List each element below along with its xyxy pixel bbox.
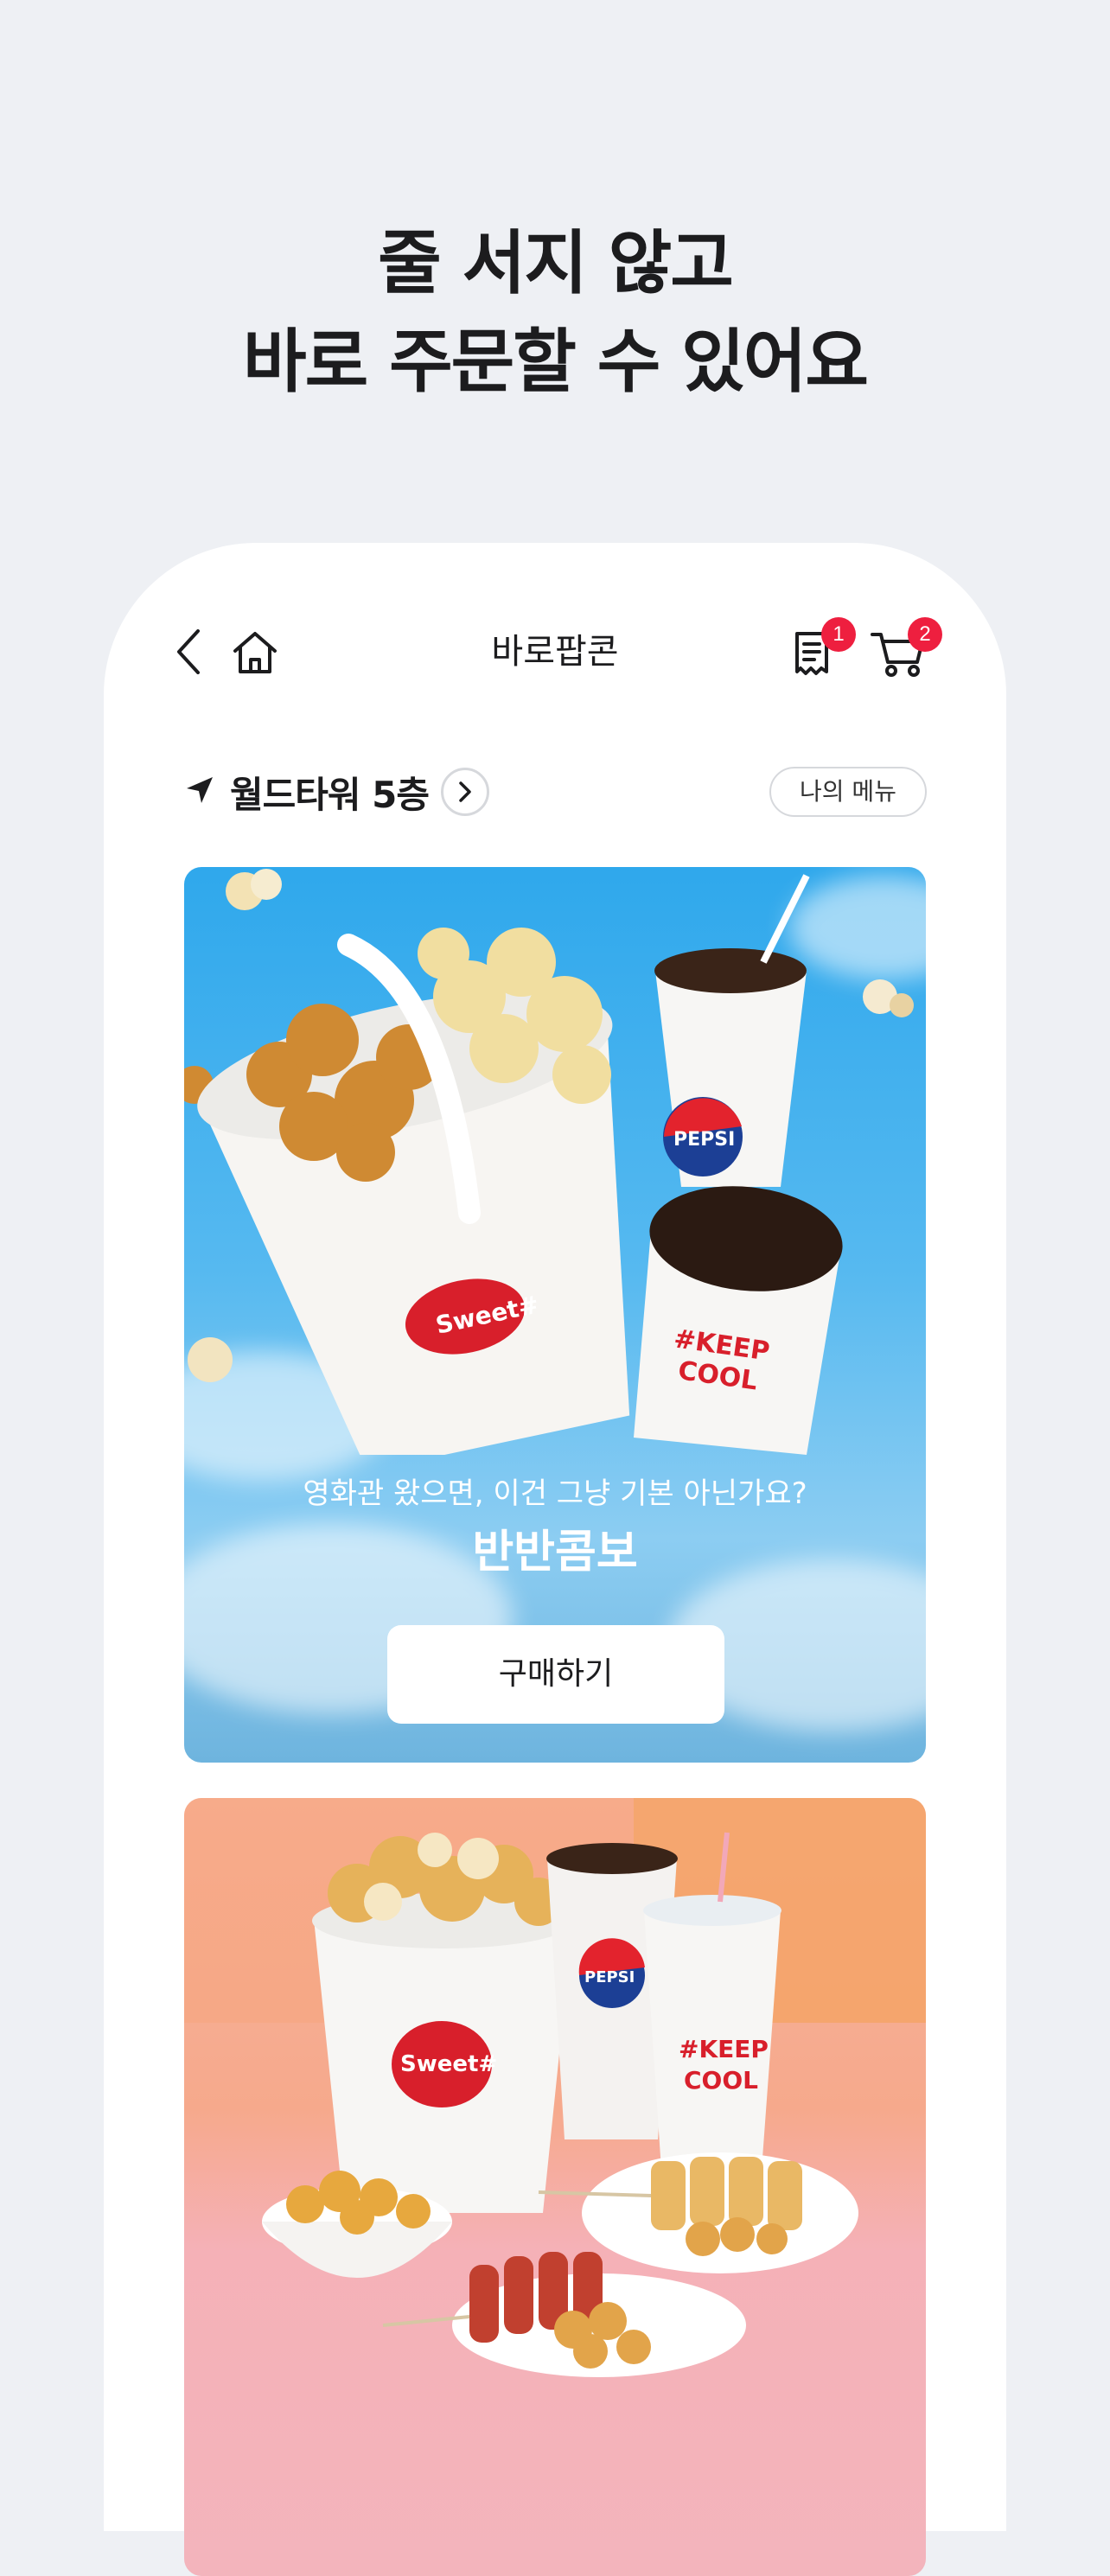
promo-card-half-half-combo[interactable]: Sweet# PEPSI #KEEP COOL 영화관 왔으면, 이건 그냥 기…	[184, 867, 926, 1763]
my-menu-button[interactable]: 나의 메뉴	[769, 767, 927, 817]
headline: 줄 서지 않고 바로 주문할 수 있어요	[0, 214, 1110, 411]
card-subtitle: 영화관 왔으면, 이건 그냥 기본 아닌가요?	[303, 1476, 807, 1511]
card-title: 반반콤보	[472, 1527, 638, 1578]
keep-cool-logo-text-2: #KEEP	[679, 2035, 769, 2063]
promo-card-family-combo[interactable]: Sweet# PEPSI #KEEP COOL	[184, 1798, 926, 2576]
orders-badge: 1	[821, 617, 856, 652]
svg-text:COOL: COOL	[684, 2066, 758, 2095]
combo-product-illustration: Sweet# PEPSI #KEEP COOL	[184, 869, 914, 1455]
headline-line-2: 바로 주문할 수 있어요	[243, 322, 869, 402]
pepsi-logo-text: PEPSI	[673, 1129, 735, 1151]
chevron-right-icon[interactable]	[441, 768, 490, 816]
cart-badge: 2	[908, 617, 942, 652]
headline-line-1: 줄 서지 않고	[378, 223, 734, 303]
location-selector[interactable]: 월드타워 5층	[185, 764, 490, 819]
navigation-arrow-icon	[185, 775, 214, 808]
location-label: 월드타워 5층	[230, 773, 430, 816]
family-combo-illustration: Sweet# PEPSI #KEEP COOL	[184, 1798, 926, 2377]
bucket-logo-text-2: Sweet#	[400, 2051, 497, 2077]
pepsi-logo-text-2: PEPSI	[584, 1968, 635, 1986]
purchase-button[interactable]: 구매하기	[387, 1625, 724, 1724]
phone-frame: 바로팝콘 1 2 월드타워 5층 나의 메뉴 Sweet# PEPSI #KEE…	[104, 543, 1006, 2576]
app-bar: 바로팝콘 1 2	[104, 543, 1006, 759]
